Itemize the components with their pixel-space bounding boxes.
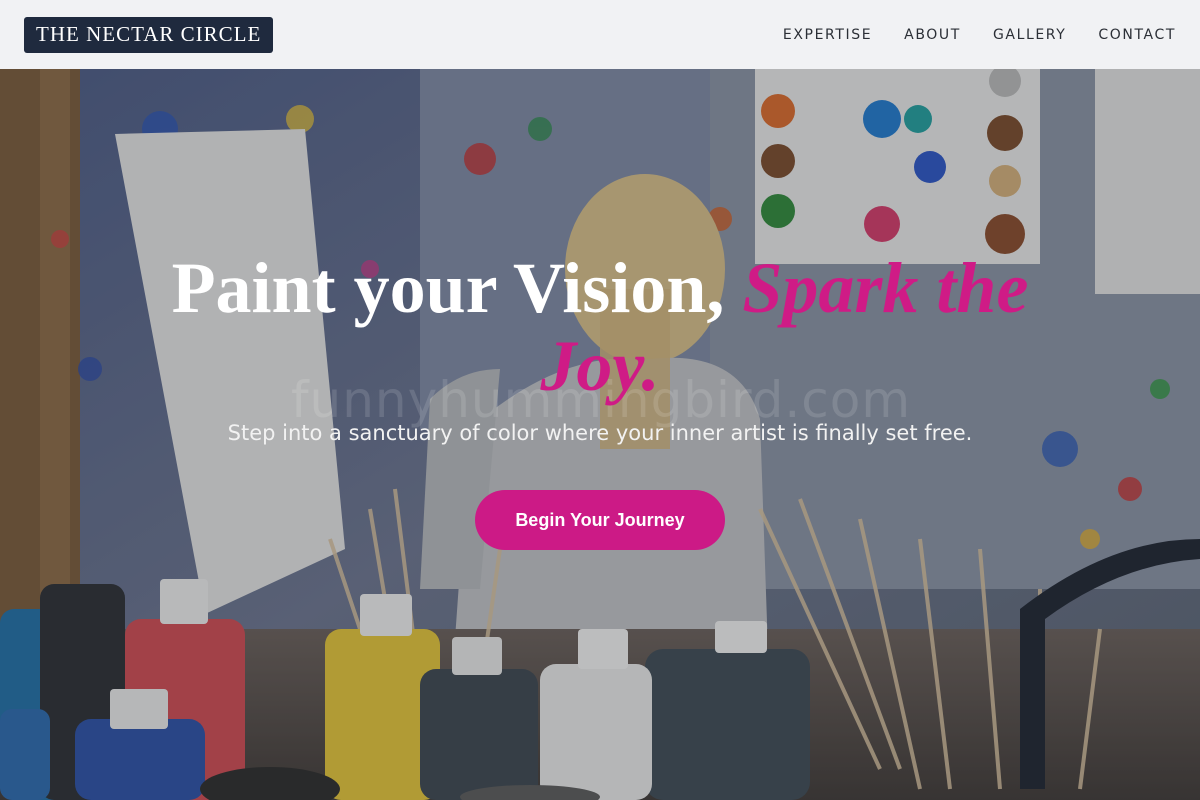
hero-content: funnyhummingbird.com Paint your Vision, … <box>0 69 1200 800</box>
nav-link-contact[interactable]: CONTACT <box>1098 27 1176 43</box>
hero-section: funnyhummingbird.com Paint your Vision, … <box>0 69 1200 800</box>
site-logo[interactable]: THE NECTAR CIRCLE <box>24 16 274 53</box>
main-nav: EXPERTISE ABOUT GALLERY CONTACT <box>783 27 1176 43</box>
headline-main-text: Paint your Vision, <box>171 248 743 328</box>
hero-headline: Paint your Vision, Spark the Joy. <box>150 249 1050 405</box>
nav-link-expertise[interactable]: EXPERTISE <box>783 27 872 43</box>
nav-link-gallery[interactable]: GALLERY <box>993 27 1066 43</box>
nav-link-about[interactable]: ABOUT <box>904 27 961 43</box>
site-header: THE NECTAR CIRCLE EXPERTISE ABOUT GALLER… <box>0 0 1200 69</box>
begin-journey-button[interactable]: Begin Your Journey <box>475 490 725 550</box>
hero-subtitle: Step into a sanctuary of color where you… <box>227 421 973 445</box>
